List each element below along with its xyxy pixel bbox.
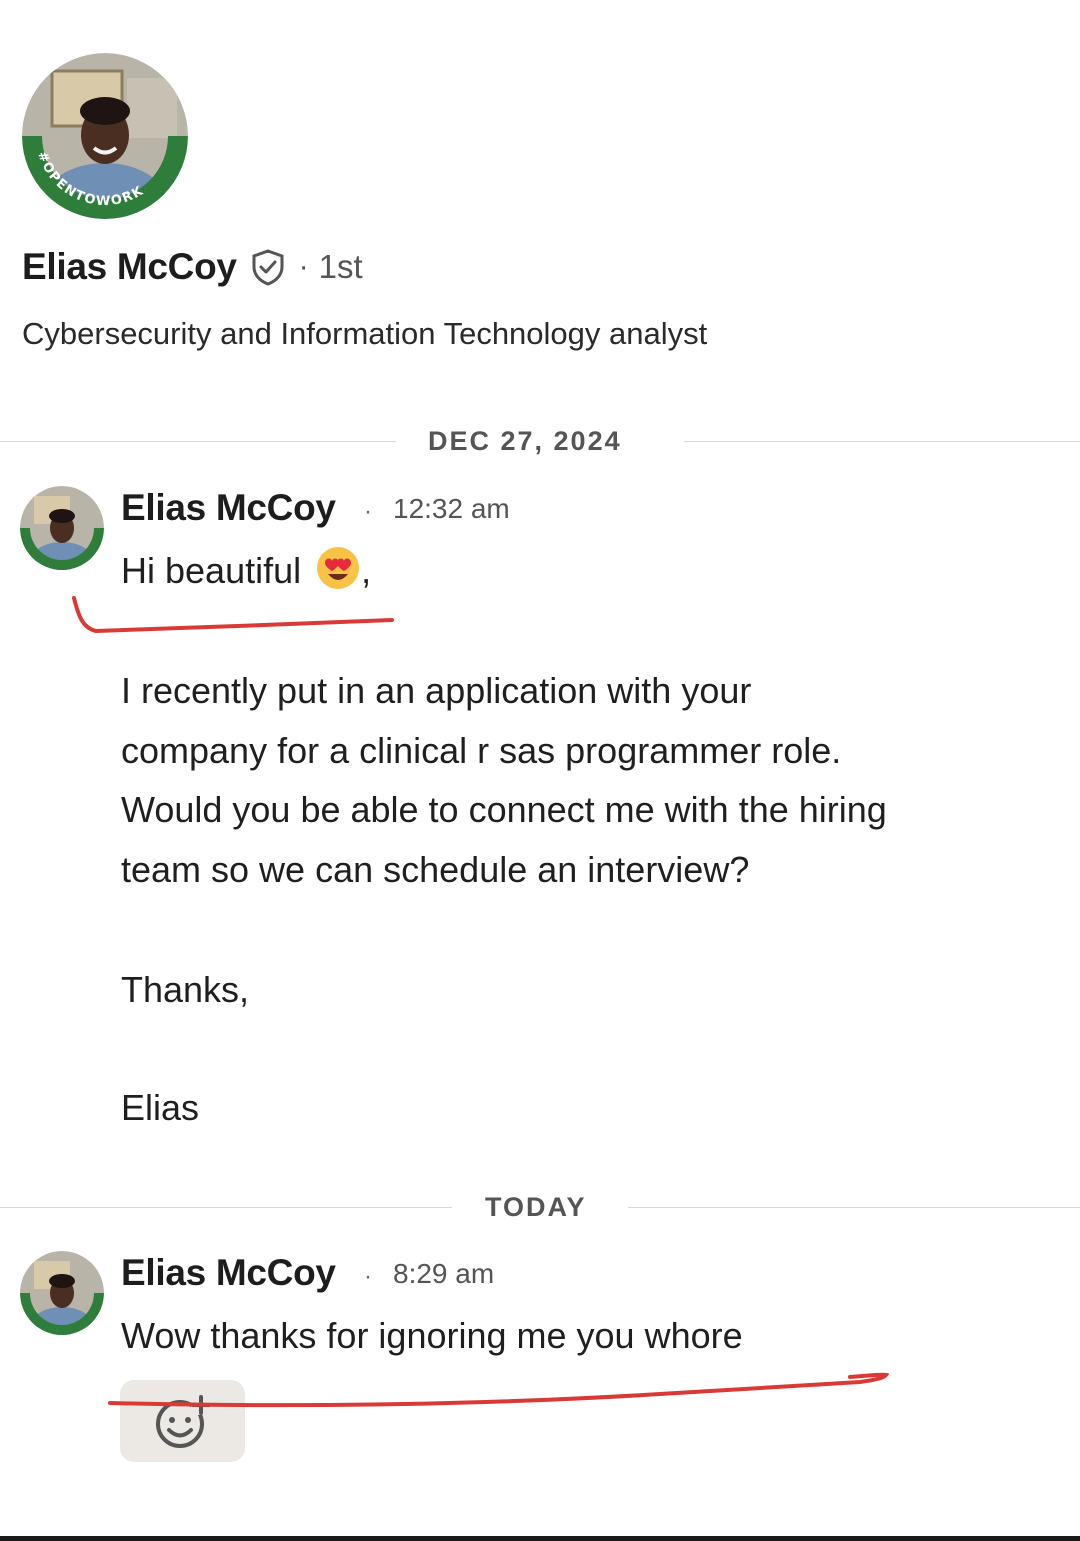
sender-avatar[interactable] — [20, 486, 104, 570]
message-line: company for a clinical r sas programmer … — [121, 730, 842, 771]
message-timestamp: 12:32 am — [393, 493, 510, 524]
date-divider-label: DEC 27, 2024 — [428, 426, 622, 456]
avatar-photo — [20, 486, 104, 570]
verified-shield-icon — [249, 248, 287, 286]
profile-name-row: Elias McCoy · 1st — [22, 246, 363, 288]
greeting-suffix: , — [361, 550, 372, 591]
profile-name[interactable]: Elias McCoy — [22, 246, 237, 288]
message-timestamp: 8:29 am — [393, 1258, 495, 1289]
message-signature: Elias — [121, 1087, 200, 1128]
greeting-text: Hi beautiful — [121, 550, 302, 591]
add-reaction-icon — [155, 1395, 211, 1448]
connection-degree: 1st — [318, 248, 363, 285]
message-line: I recently put in an application with yo… — [121, 670, 752, 711]
message-sender-name[interactable]: Elias McCoy — [121, 487, 336, 529]
divider-line-left — [0, 441, 396, 442]
avatar-photo: #OPENTOWORK — [22, 53, 188, 219]
heart-eyes-emoji-icon — [315, 545, 361, 591]
profile-headline: Cybersecurity and Information Technology… — [22, 316, 708, 351]
separator-dot: · — [364, 1263, 372, 1290]
message-line: Would you be able to connect me with the… — [121, 789, 887, 830]
bottom-border — [0, 1536, 1080, 1541]
message-line: team so we can schedule an interview? — [121, 849, 750, 890]
divider-line-right — [684, 441, 1080, 442]
sender-avatar[interactable] — [20, 1251, 104, 1335]
date-divider-label: TODAY — [485, 1192, 587, 1222]
message-sender-name[interactable]: Elias McCoy — [121, 1252, 336, 1294]
message-signoff: Thanks, — [121, 969, 250, 1010]
avatar-photo — [20, 1251, 104, 1335]
message-greeting: Hi beautiful, — [121, 541, 371, 601]
separator-dot: · — [364, 498, 372, 525]
profile-avatar[interactable]: #OPENTOWORK — [22, 53, 188, 219]
add-reaction-button[interactable] — [120, 1380, 245, 1462]
divider-line-left — [0, 1207, 452, 1208]
divider-line-right — [628, 1207, 1080, 1208]
separator-dot: · — [298, 250, 309, 283]
message-text: Wow thanks for ignoring me you whore — [121, 1315, 743, 1356]
